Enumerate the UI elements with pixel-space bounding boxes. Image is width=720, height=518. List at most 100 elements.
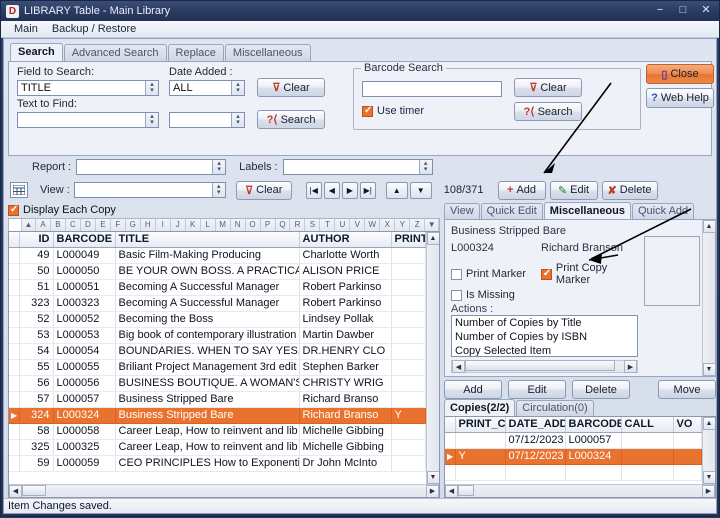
hscroll-thumb[interactable] [22, 484, 46, 496]
alpha-x[interactable]: X [380, 219, 396, 231]
records-horizontal-scrollbar[interactable]: ◀ ▶ [9, 484, 439, 497]
scroll-down-icon[interactable]: ▼ [702, 363, 716, 376]
tab-quick-edit[interactable]: Quick Edit [480, 203, 543, 219]
alpha-h[interactable]: H [141, 219, 156, 231]
col-call[interactable]: CALL [621, 417, 674, 433]
nav-down-button[interactable]: ▼ [409, 181, 432, 199]
is-missing-checkbox[interactable]: Is Missing [451, 289, 638, 301]
alpha-v[interactable]: V [350, 219, 366, 231]
grid-view-icon[interactable] [10, 182, 28, 198]
barcode-input[interactable] [362, 81, 502, 97]
table-row[interactable]: 49 L000049 Basic Film-Making Producing Char… [9, 247, 426, 264]
table-row[interactable]: 55 L000055 Briliant Project Management 3rd… [9, 359, 426, 376]
date-second-input[interactable]: ▴ ▾ [169, 112, 245, 128]
alpha-w[interactable]: W [365, 219, 381, 231]
close-button[interactable]: ▯ Close [646, 64, 714, 84]
table-row[interactable]: 52 L000052 Becoming the Boss Lindsey Pollak [9, 311, 426, 328]
alpha-b[interactable]: B [51, 219, 66, 231]
col-print-c[interactable]: PRINT_C [455, 417, 506, 433]
action-item-copy-selected[interactable]: Copy Selected Item [452, 344, 637, 356]
alpha-k[interactable]: K [186, 219, 201, 231]
scroll-right-icon[interactable]: ▶ [426, 484, 439, 497]
date-second-spinner[interactable]: ▴ ▾ [231, 113, 244, 127]
table-row[interactable]: ▶ 324 L000324 Business Stripped Bare Richard… [9, 407, 426, 424]
alpha-t[interactable]: T [320, 219, 336, 231]
web-help-button[interactable]: ? Web Help [646, 88, 714, 108]
print-copy-marker-checkbox[interactable]: Print Copy Marker [540, 262, 638, 286]
report-spinner[interactable]: ▴ ▾ [212, 160, 226, 174]
misc-hscroll-thumb[interactable] [465, 360, 615, 371]
view-select[interactable]: ▴ ▾ [73, 182, 226, 198]
menu-item-backup-restore[interactable]: Backup / Restore [45, 22, 143, 36]
view-clear-button[interactable]: ⊽ Clear [235, 180, 292, 200]
scroll-left-icon[interactable]: ◀ [452, 360, 465, 373]
alpha-a[interactable]: A [36, 219, 51, 231]
scroll-up-icon[interactable]: ▲ [702, 220, 716, 233]
alpha-i[interactable]: I [156, 219, 171, 231]
barcode-search-button[interactable]: ?⟨ Search [514, 102, 582, 121]
search-button[interactable]: ?⟨ Search [257, 110, 325, 129]
col-barcode[interactable]: BARCODE [53, 232, 116, 248]
scroll-down-icon[interactable]: ▼ [702, 471, 715, 484]
delete-button[interactable]: ✘ Delete [601, 180, 658, 200]
alpha-m[interactable]: M [216, 219, 231, 231]
misc-vertical-scrollbar[interactable]: ▲ ▼ [702, 220, 716, 376]
scroll-up-icon[interactable]: ▲ [426, 232, 439, 245]
alpha-d[interactable]: D [81, 219, 96, 231]
print-marker-checkbox[interactable]: Print Marker [451, 268, 541, 280]
nav-last-button[interactable]: ▶| [359, 181, 376, 199]
alpha-g[interactable]: G [126, 219, 141, 231]
alpha-c[interactable]: C [66, 219, 81, 231]
display-each-copy-checkbox[interactable]: Display Each Copy [8, 202, 440, 218]
col-vo[interactable]: VO [673, 417, 702, 433]
alpha-all-button[interactable] [9, 219, 22, 231]
scroll-left-icon[interactable]: ◀ [9, 484, 22, 497]
alpha-e[interactable]: E [96, 219, 111, 231]
table-row[interactable]: 51 L000051 Becoming A Successful Manager Ro… [9, 279, 426, 296]
col-print[interactable]: PRINT_I [391, 232, 426, 248]
nav-first-button[interactable]: |◀ [305, 181, 322, 199]
col-id[interactable]: ID [19, 232, 54, 248]
table-row[interactable]: 50 L000050 BE YOUR OWN BOSS. A PRACTICA ALI… [9, 263, 426, 280]
table-row[interactable]: ▶ Y 07/12/2023 L000324 [445, 448, 702, 465]
col-author[interactable]: AUTHOR [299, 232, 392, 248]
nav-next-button[interactable]: ▶ [341, 181, 358, 199]
alpha-scroll-down-icon[interactable]: ▼ [425, 219, 440, 231]
field-to-search-input[interactable]: TITLE ▴ ▾ [17, 80, 159, 96]
alpha-q[interactable]: Q [276, 219, 291, 231]
alpha-scroll-up-icon[interactable]: ▲ [22, 219, 36, 231]
scroll-up-icon[interactable]: ▲ [702, 417, 715, 430]
copy-add-button[interactable]: Add [444, 380, 502, 399]
text-to-find-spinner[interactable]: ▴ ▾ [145, 113, 158, 127]
tab-miscellaneous[interactable]: Miscellaneous [224, 44, 311, 61]
col-date-added[interactable]: DATE_ADDI [505, 417, 566, 433]
minimize-icon[interactable]: − [649, 3, 671, 19]
table-row[interactable]: 07/12/2023 L000057 [445, 432, 702, 449]
table-row[interactable]: 59 L000059 CEO PRINCIPLES How to Exponenti… [9, 455, 426, 472]
actions-listbox[interactable]: Number of Copies by Title Number of Copi… [451, 315, 638, 357]
tab-detail-miscellaneous[interactable]: Miscellaneous [543, 202, 631, 219]
alpha-f[interactable]: F [111, 219, 126, 231]
close-icon[interactable]: ✕ [695, 3, 717, 19]
copies-vertical-scrollbar[interactable]: ▲ ▼ [702, 417, 715, 484]
text-to-find-input[interactable]: ▴ ▾ [17, 112, 159, 128]
use-timer-checkbox[interactable]: Use timer [362, 105, 424, 117]
labels-select[interactable]: ▴ ▾ [282, 159, 433, 175]
col-copy-barcode[interactable]: BARCODE [565, 417, 622, 433]
alpha-u[interactable]: U [335, 219, 351, 231]
alpha-n[interactable]: N [231, 219, 246, 231]
copy-move-button[interactable]: Move [658, 380, 716, 399]
records-vertical-scrollbar[interactable]: ▲ ▼ [426, 232, 439, 484]
scroll-left-icon[interactable]: ◀ [445, 484, 458, 497]
table-row[interactable]: 54 L000054 BOUNDARIES. WHEN TO SAY YES, DR.… [9, 343, 426, 360]
alpha-z[interactable]: Z [410, 219, 426, 231]
alpha-l[interactable]: L [201, 219, 216, 231]
copy-edit-button[interactable]: Edit [508, 380, 566, 399]
scroll-right-icon[interactable]: ▶ [624, 360, 637, 373]
field-to-search-spinner[interactable]: ▴ ▾ [145, 81, 158, 95]
alpha-r[interactable]: R [290, 219, 306, 231]
alpha-s[interactable]: S [305, 219, 321, 231]
labels-spinner[interactable]: ▴ ▾ [418, 160, 432, 174]
nav-up-button[interactable]: ▲ [385, 181, 408, 199]
tab-search[interactable]: Search [10, 43, 63, 61]
